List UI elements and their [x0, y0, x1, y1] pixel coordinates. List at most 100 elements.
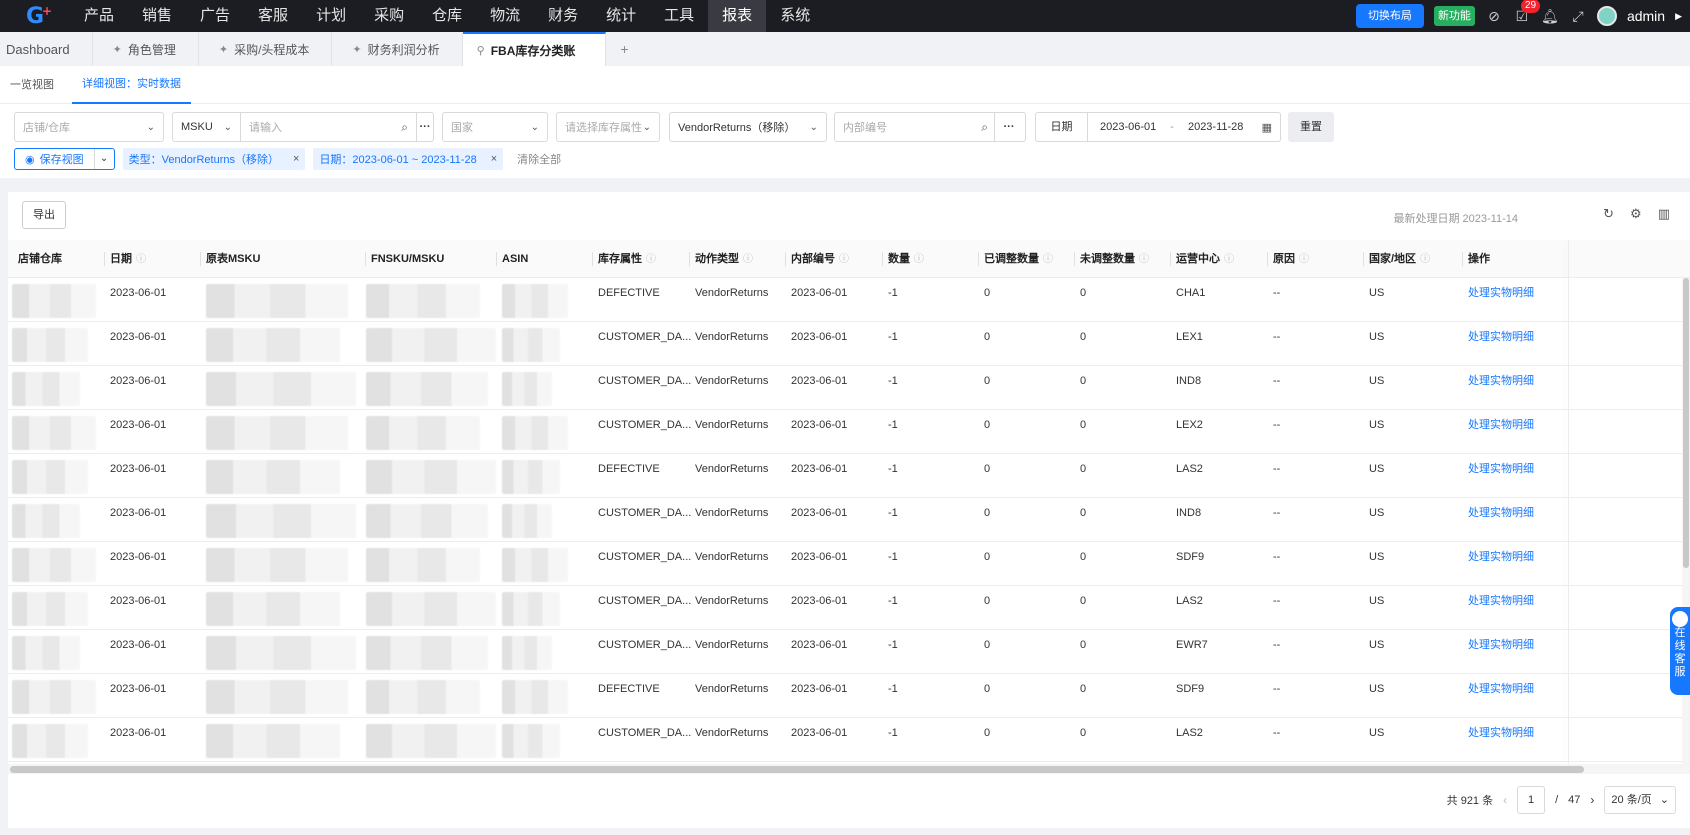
table-row[interactable]: 2023-06-01 DEFECTIVE VendorReturns 2023-06-… [8, 278, 1690, 322]
task-icon[interactable]: ☑ 29 [1513, 0, 1541, 25]
column-divider[interactable] [104, 252, 105, 266]
tab-detail-view[interactable]: 详细视图：实时数据 [72, 66, 191, 104]
process-detail-link[interactable]: 处理实物明细 [1468, 498, 1534, 542]
refresh-icon[interactable]: ↻ [1603, 206, 1614, 222]
column-divider[interactable] [882, 252, 883, 266]
internal-no-input[interactable]: 内部编号 ⌕ ··· [834, 112, 1026, 142]
column-divider[interactable] [496, 252, 497, 266]
store-select[interactable]: 店铺/仓库 ⌄ [14, 112, 164, 142]
table-row[interactable]: 2023-06-01 CUSTOMER_DA... VendorReturns 202… [8, 630, 1690, 674]
help-icon[interactable]: ⓘ [1420, 254, 1430, 265]
caret-right-icon[interactable]: ▶ [1675, 11, 1682, 22]
column-divider[interactable] [1462, 252, 1463, 266]
help-icon[interactable]: ⓘ [839, 254, 849, 265]
horizontal-scrollbar[interactable] [8, 764, 1690, 774]
help-icon[interactable]: ⓘ [914, 254, 924, 265]
nav-item[interactable]: 计划 [302, 0, 360, 32]
nav-item[interactable]: 物流 [476, 0, 534, 32]
help-icon[interactable]: ⊘ [1485, 8, 1503, 25]
pin-icon[interactable]: ⚲ [477, 44, 485, 57]
process-detail-link[interactable]: 处理实物明细 [1468, 454, 1534, 498]
column-divider[interactable] [365, 252, 366, 266]
online-service-button[interactable]: 在线客服 [1670, 607, 1690, 695]
column-header[interactable]: 已调整数量 ⓘ [984, 240, 1053, 278]
help-icon[interactable]: ⓘ [1224, 254, 1234, 265]
page-tab[interactable]: ✦ 采购/头程成本 [199, 32, 333, 66]
column-header[interactable]: 库存属性 ⓘ [598, 240, 656, 278]
close-icon[interactable]: × [491, 153, 497, 165]
help-icon[interactable]: ⓘ [1299, 254, 1309, 265]
process-detail-link[interactable]: 处理实物明细 [1468, 410, 1534, 454]
scroll-thumb[interactable] [1683, 278, 1689, 568]
page-tab[interactable]: Dashboard [0, 32, 93, 66]
column-header[interactable]: 日期 ⓘ [110, 240, 146, 278]
add-tab-button[interactable]: + [606, 32, 642, 66]
export-button[interactable]: 导出 [22, 201, 66, 229]
column-header[interactable]: 未调整数量 ⓘ [1080, 240, 1149, 278]
page-tab[interactable]: ✦ 角色管理 [93, 32, 199, 66]
nav-item[interactable]: 采购 [360, 0, 418, 32]
process-detail-link[interactable]: 处理实物明细 [1468, 674, 1534, 718]
date-end[interactable]: 2023-11-28 [1188, 121, 1243, 133]
process-detail-link[interactable]: 处理实物明细 [1468, 322, 1534, 366]
process-detail-link[interactable]: 处理实物明细 [1468, 278, 1534, 322]
chevron-down-icon[interactable]: ⌄ [93, 149, 114, 169]
column-header[interactable]: 操作 [1468, 240, 1490, 278]
help-icon[interactable]: ⓘ [646, 254, 656, 265]
search-icon[interactable]: ⌕ [981, 120, 988, 135]
column-divider[interactable] [1170, 252, 1171, 266]
table-row[interactable]: 2023-06-01 CUSTOMER_DA... VendorReturns 202… [8, 498, 1690, 542]
new-feature-badge[interactable]: 新功能 [1433, 6, 1475, 26]
fullscreen-icon[interactable]: ⤢ [1569, 8, 1587, 25]
date-range-picker[interactable]: 日期 2023-06-01 - 2023-11-28 ▦ [1035, 112, 1281, 142]
help-icon[interactable]: ⓘ [1139, 254, 1149, 265]
action-type-select[interactable]: VendorReturns（移除） ⌄ [669, 112, 827, 142]
column-divider[interactable] [689, 252, 690, 266]
save-view-button[interactable]: ◉ 保存视图 ⌄ [14, 148, 115, 170]
nav-item[interactable]: 财务 [534, 0, 592, 32]
column-header[interactable]: 运营中心 ⓘ [1176, 240, 1234, 278]
page-tab[interactable]: ⚲ FBA库存分类账 [462, 32, 607, 66]
msku-type-select[interactable]: MSKU ⌄ [173, 113, 241, 141]
close-icon[interactable]: × [293, 153, 299, 165]
process-detail-link[interactable]: 处理实物明细 [1468, 718, 1534, 762]
column-header[interactable]: 原因 ⓘ [1273, 240, 1309, 278]
column-divider[interactable] [785, 252, 786, 266]
process-detail-link[interactable]: 处理实物明细 [1468, 366, 1534, 410]
avatar[interactable] [1596, 6, 1617, 26]
next-page-icon[interactable]: › [1590, 793, 1594, 807]
columns-icon[interactable]: ▥ [1658, 206, 1670, 222]
column-divider[interactable] [1267, 252, 1268, 266]
save-view-main[interactable]: ◉ 保存视图 [15, 151, 94, 167]
column-header[interactable]: FNSKU/MSKU [371, 240, 444, 278]
process-detail-link[interactable]: 处理实物明细 [1468, 586, 1534, 630]
column-header[interactable]: ASIN [502, 240, 528, 278]
nav-item[interactable]: 销售 [128, 0, 186, 32]
column-header[interactable]: 店铺仓库 [18, 240, 62, 278]
nav-item[interactable]: 系统 [766, 0, 824, 32]
more-icon[interactable]: ··· [417, 121, 433, 133]
table-row[interactable]: 2023-06-01 DEFECTIVE VendorReturns 2023-06-… [8, 454, 1690, 498]
more-icon[interactable]: ··· [1001, 121, 1017, 133]
column-divider[interactable] [592, 252, 593, 266]
nav-item[interactable]: 仓库 [418, 0, 476, 32]
nav-item[interactable]: 报表 [708, 0, 767, 32]
table-row[interactable]: 2023-06-01 CUSTOMER_DA... VendorReturns 202… [8, 542, 1690, 586]
nav-item[interactable]: 统计 [592, 0, 650, 32]
column-header[interactable]: 内部编号 ⓘ [791, 240, 849, 278]
bell-icon[interactable]: 🔔︎ [1541, 8, 1559, 25]
table-row[interactable]: 2023-06-01 CUSTOMER_DA... VendorReturns 202… [8, 718, 1690, 762]
help-icon[interactable]: ⓘ [743, 254, 753, 265]
date-start[interactable]: 2023-06-01 [1100, 121, 1156, 133]
column-header[interactable]: 动作类型 ⓘ [695, 240, 753, 278]
nav-item[interactable]: 客服 [244, 0, 302, 32]
nav-item[interactable]: 工具 [650, 0, 708, 32]
calendar-icon[interactable]: ▦ [1262, 121, 1272, 134]
column-divider[interactable] [1363, 252, 1364, 266]
pin-icon[interactable]: ✦ [113, 43, 122, 56]
column-header[interactable]: 数量 ⓘ [888, 240, 924, 278]
page-input[interactable]: 1 [1517, 786, 1546, 814]
inventory-attr-select[interactable]: 请选择库存属性 ⌄ [556, 112, 660, 142]
scroll-thumb[interactable] [10, 766, 1584, 773]
table-row[interactable]: 2023-06-01 CUSTOMER_DA... VendorReturns 202… [8, 586, 1690, 630]
